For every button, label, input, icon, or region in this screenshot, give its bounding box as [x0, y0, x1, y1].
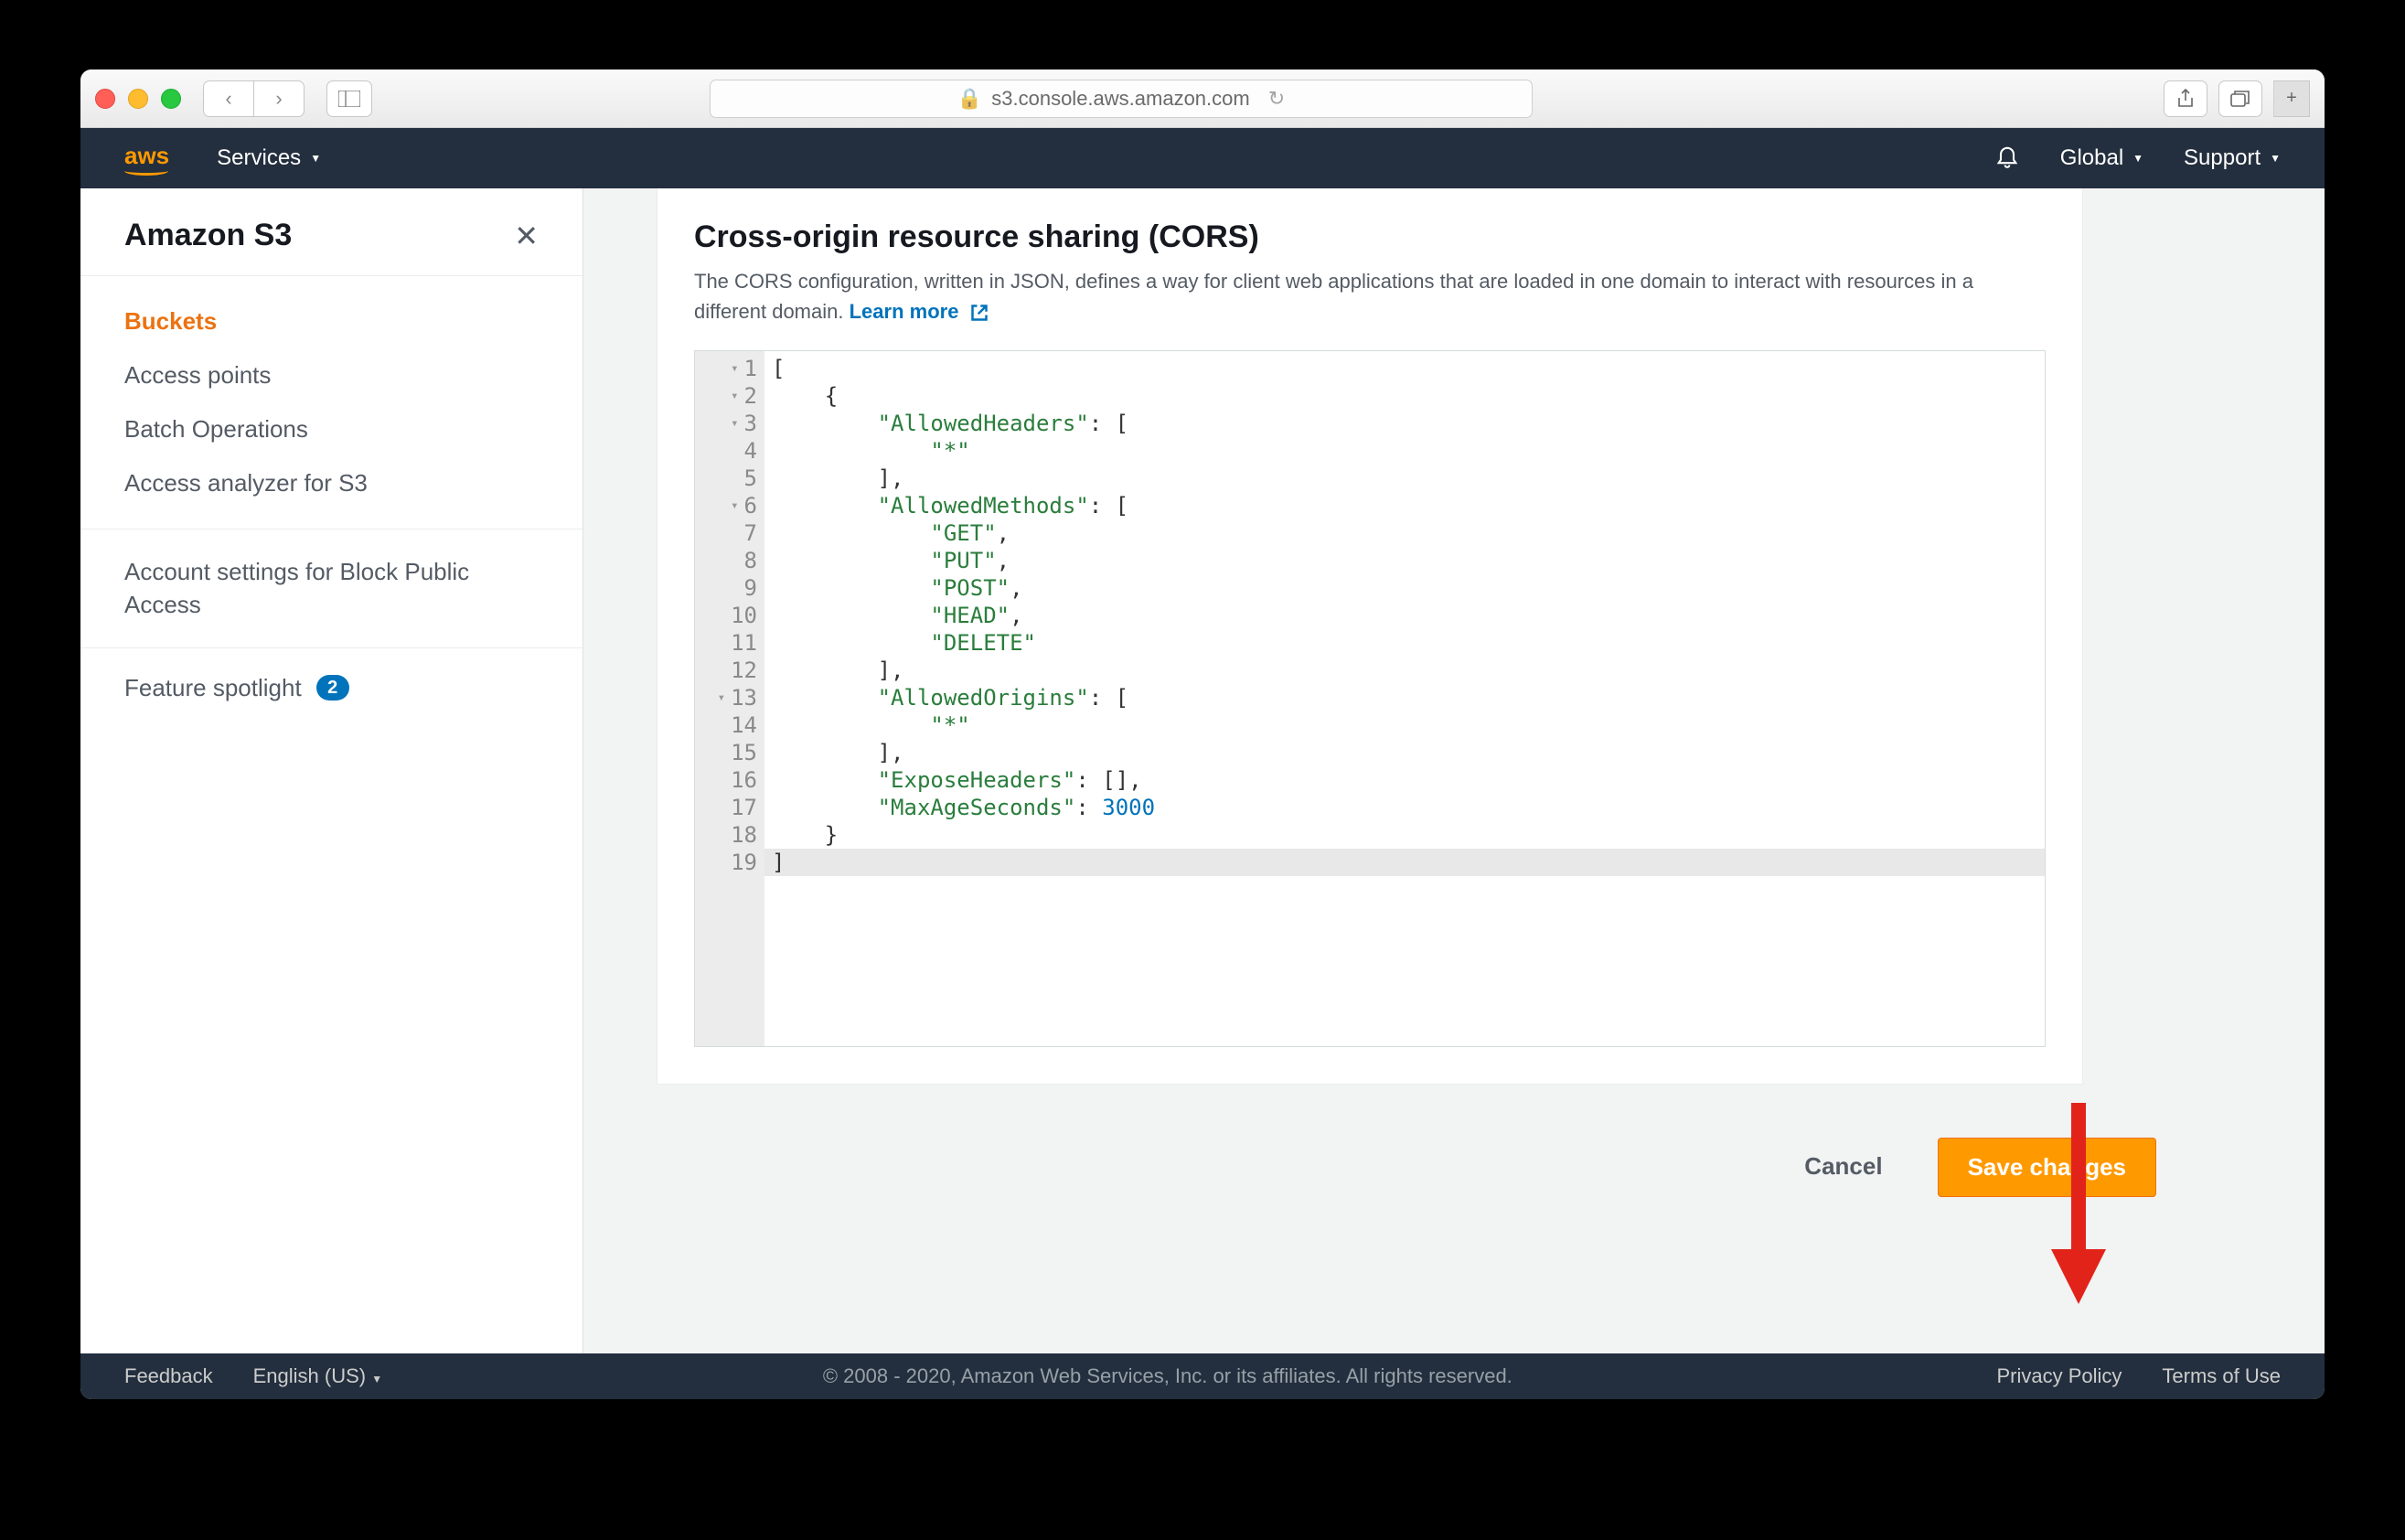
panel-description: The CORS configuration, written in JSON,… — [694, 266, 2046, 326]
cors-panel: Cross-origin resource sharing (CORS) The… — [657, 188, 2083, 1085]
sidebar-title: Amazon S3 — [124, 218, 292, 253]
footer: Feedback English (US) ▼ © 2008 - 2020, A… — [80, 1353, 2325, 1399]
sidebar-item-account-settings[interactable]: Account settings for Block Public Access — [80, 529, 583, 648]
panel-title: Cross-origin resource sharing (CORS) — [694, 219, 2046, 255]
show-sidebar-button[interactable] — [326, 80, 372, 117]
minimize-window-button[interactable] — [128, 89, 148, 109]
sidebar-item-access-points[interactable]: Access points — [124, 348, 539, 402]
aws-logo[interactable]: aws — [124, 142, 169, 176]
close-window-button[interactable] — [95, 89, 115, 109]
sidebar-item-access-analyzer-for-s3[interactable]: Access analyzer for S3 — [124, 456, 539, 510]
support-menu[interactable]: Support▼ — [2184, 145, 2281, 171]
address-bar[interactable]: 🔒 s3.console.aws.amazon.com ↻ — [710, 80, 1533, 118]
browser-chrome: ‹ › 🔒 s3.console.aws.amazon.com ↻ + — [80, 70, 2325, 128]
copyright-text: © 2008 - 2020, Amazon Web Services, Inc.… — [823, 1364, 1512, 1388]
close-icon[interactable]: ✕ — [514, 219, 539, 253]
save-changes-button[interactable]: Save changes — [1938, 1138, 2156, 1197]
sidebar-item-feature-spotlight[interactable]: Feature spotlight 2 — [80, 648, 583, 728]
forward-button[interactable]: › — [253, 80, 305, 117]
privacy-link[interactable]: Privacy Policy — [1996, 1364, 2122, 1388]
cancel-button[interactable]: Cancel — [1775, 1138, 1911, 1197]
cors-json-editor[interactable]: ▾1▾2▾345▾6789101112▾13141516171819 [ { "… — [694, 350, 2046, 1047]
share-button[interactable] — [2164, 80, 2207, 117]
url-text: s3.console.aws.amazon.com — [991, 87, 1249, 111]
new-tab-button[interactable]: + — [2273, 80, 2310, 117]
external-link-icon — [970, 304, 989, 322]
reload-icon[interactable]: ↻ — [1268, 87, 1285, 111]
maximize-window-button[interactable] — [161, 89, 181, 109]
window-controls — [95, 89, 181, 109]
aws-header: aws Services▼ Global▼ Support▼ — [80, 128, 2325, 188]
sidebar-item-batch-operations[interactable]: Batch Operations — [124, 402, 539, 456]
terms-link[interactable]: Terms of Use — [2162, 1364, 2281, 1388]
feedback-link[interactable]: Feedback — [124, 1364, 213, 1388]
learn-more-link[interactable]: Learn more — [850, 300, 989, 323]
tabs-button[interactable] — [2218, 80, 2262, 117]
language-selector[interactable]: English (US) ▼ — [253, 1364, 383, 1388]
region-menu[interactable]: Global▼ — [2060, 145, 2143, 171]
sidebar: Amazon S3 ✕ BucketsAccess pointsBatch Op… — [80, 188, 583, 1353]
spotlight-badge: 2 — [316, 675, 349, 700]
services-menu[interactable]: Services▼ — [217, 145, 321, 171]
lock-icon: 🔒 — [957, 87, 982, 111]
notifications-icon[interactable] — [1994, 143, 2020, 175]
back-button[interactable]: ‹ — [203, 80, 254, 117]
sidebar-item-buckets[interactable]: Buckets — [124, 294, 539, 348]
